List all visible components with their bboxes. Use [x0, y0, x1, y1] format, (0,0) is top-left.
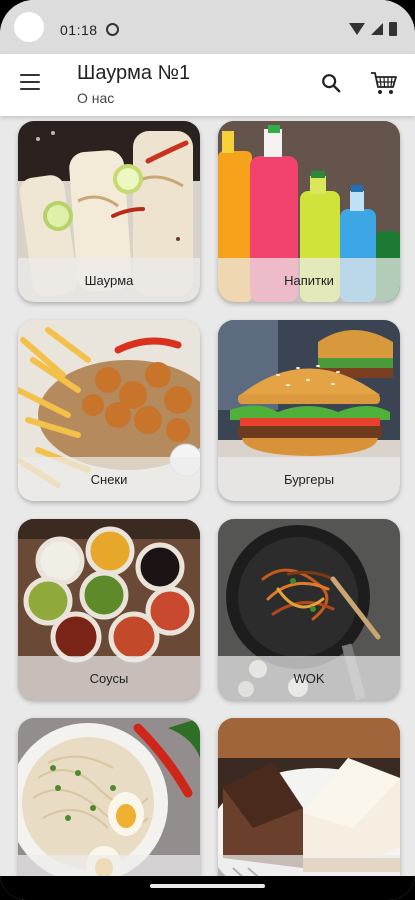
menu-icon[interactable] [20, 74, 40, 90]
category-card-soup[interactable] [18, 718, 200, 899]
app-bar: Шаурма №1 О нас [0, 54, 415, 116]
status-time: 01:18 [60, 22, 98, 38]
sync-icon [106, 23, 119, 36]
status-icons [349, 22, 397, 36]
category-label: Напитки [218, 258, 400, 302]
camera-cutout [14, 12, 44, 42]
signal-icon [371, 23, 383, 35]
home-gesture-handle[interactable] [150, 884, 265, 888]
cart-icon[interactable] [370, 70, 398, 96]
category-card-wok[interactable]: WOK [218, 519, 400, 700]
search-icon[interactable] [320, 72, 342, 94]
wifi-icon [349, 23, 365, 35]
page-title: Шаурма №1 [77, 62, 191, 84]
category-label: Шаурма [18, 258, 200, 302]
category-card-burgers[interactable]: Бургеры [218, 320, 400, 501]
category-card-shawarma[interactable]: Шаурма [18, 121, 200, 302]
about-link[interactable]: О нас [77, 90, 114, 106]
category-card-snacks[interactable]: Снеки [18, 320, 200, 501]
battery-icon [389, 22, 397, 36]
category-label: Снеки [18, 457, 200, 501]
phone-screen: 01:18 Шаурма №1 О нас Шаурма Напитки Сне… [0, 0, 415, 900]
category-card-desserts[interactable] [218, 718, 400, 899]
category-card-sauces[interactable]: Соусы [18, 519, 200, 700]
category-label: WOK [218, 656, 400, 700]
category-card-drinks[interactable]: Напитки [218, 121, 400, 302]
category-label: Соусы [18, 656, 200, 700]
category-label: Бургеры [218, 457, 400, 501]
system-nav-bar [0, 876, 415, 900]
status-bar: 01:18 [0, 0, 415, 54]
